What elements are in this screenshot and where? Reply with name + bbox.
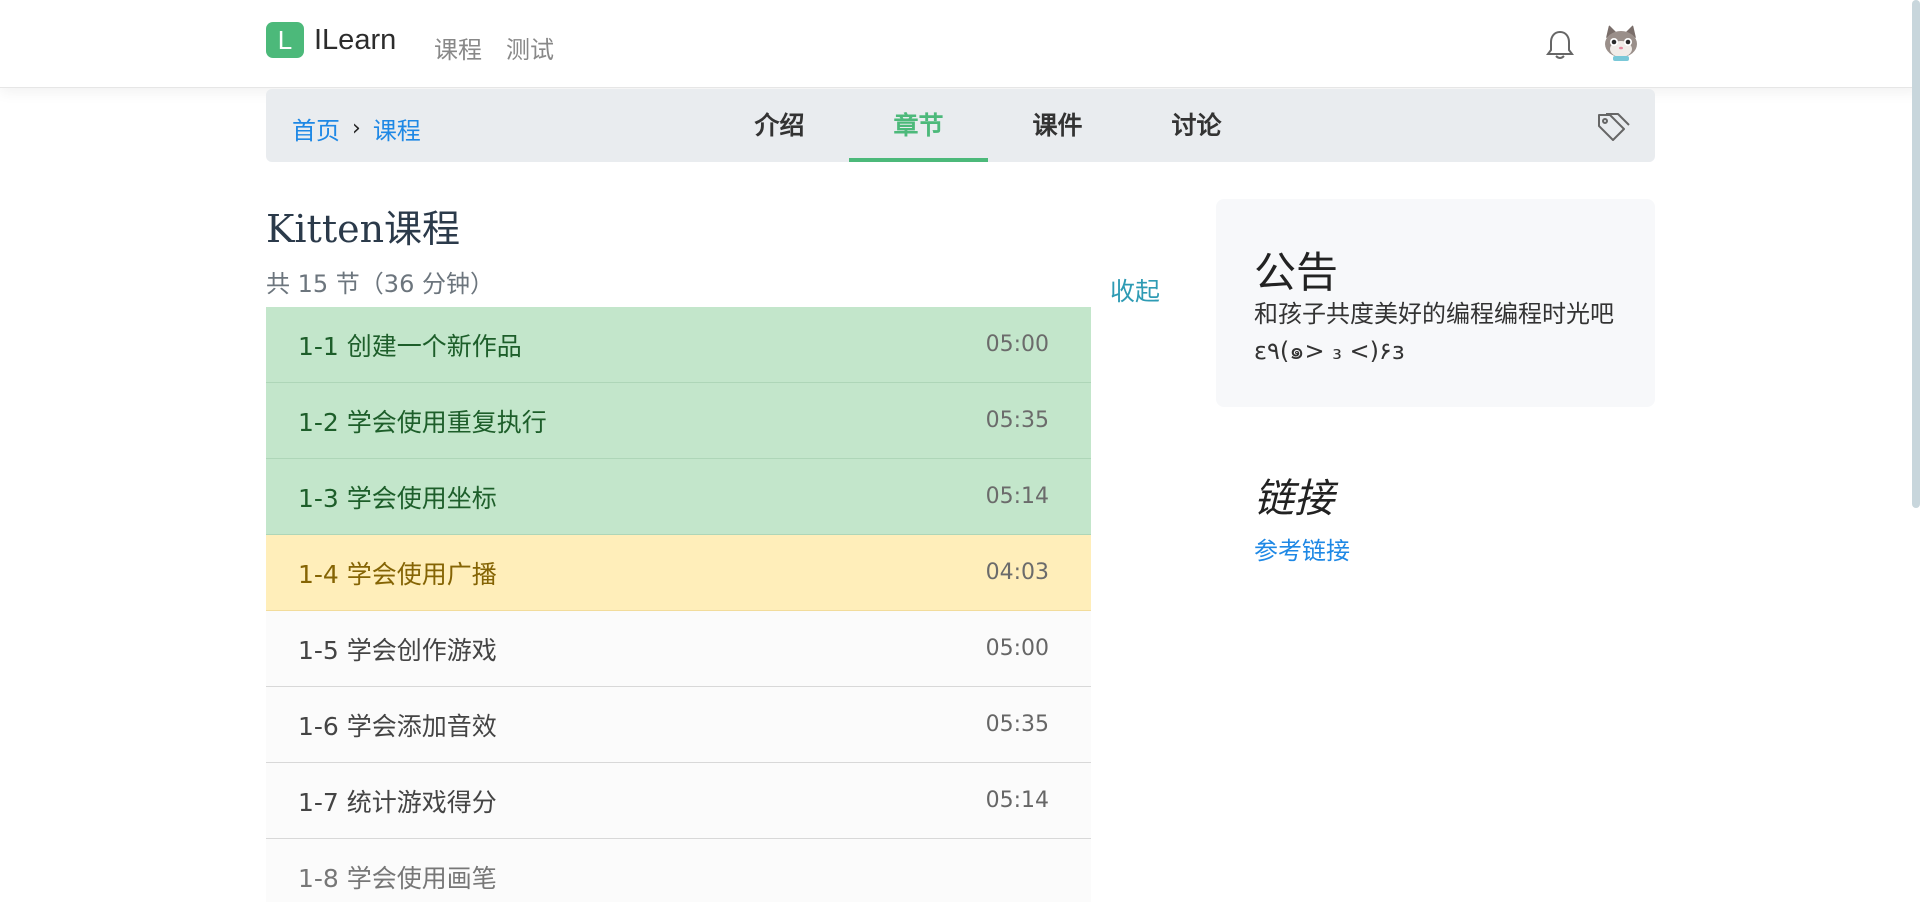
chapter-title: 1-7 统计游戏得分 bbox=[298, 787, 497, 817]
tab-intro[interactable]: 介绍 bbox=[710, 89, 849, 162]
chapter-item[interactable]: 1-1 创建一个新作品 05:00 bbox=[266, 307, 1091, 383]
notice-body: 和孩子共度美好的编程编程时光吧ε٩(๑> ₃ <)۶з bbox=[1254, 300, 1614, 365]
notice-title: 公告 bbox=[1254, 248, 1339, 297]
chapter-item[interactable]: 1-4 学会使用广播 04:03 bbox=[266, 535, 1091, 611]
nav-link-tests[interactable]: 测试 bbox=[506, 30, 554, 65]
chapter-duration: 05:14 bbox=[985, 484, 1049, 509]
chapter-duration: 05:00 bbox=[985, 332, 1049, 357]
chapter-title: 1-6 学会添加音效 bbox=[298, 711, 497, 741]
chapter-item[interactable]: 1-6 学会添加音效 05:35 bbox=[266, 687, 1091, 763]
breadcrumb: 首页 › 课程 bbox=[292, 111, 421, 146]
tab-discussion[interactable]: 讨论 bbox=[1127, 89, 1266, 162]
course-title: Kitten课程 bbox=[266, 207, 461, 251]
chapter-title: 1-5 学会创作游戏 bbox=[298, 635, 497, 665]
breadcrumb-separator: › bbox=[352, 116, 361, 141]
cat-avatar[interactable] bbox=[1600, 22, 1642, 64]
chapter-title: 1-2 学会使用重复执行 bbox=[298, 407, 547, 437]
breadcrumb-courses[interactable]: 课程 bbox=[373, 111, 421, 146]
chapter-title: 1-4 学会使用广播 bbox=[298, 559, 497, 589]
chapter-item[interactable]: 1-3 学会使用坐标 05:14 bbox=[266, 459, 1091, 535]
nav-link-courses[interactable]: 课程 bbox=[434, 30, 482, 65]
bell-icon[interactable] bbox=[1546, 29, 1574, 61]
tag-icon[interactable] bbox=[1596, 111, 1630, 143]
nav-links: 课程 测试 bbox=[434, 30, 554, 65]
chapter-duration: 04:03 bbox=[985, 560, 1049, 585]
tab-courseware[interactable]: 课件 bbox=[988, 89, 1127, 162]
tab-chapters[interactable]: 章节 bbox=[849, 89, 988, 162]
chapter-title: 1-1 创建一个新作品 bbox=[298, 331, 522, 361]
chapter-item[interactable]: 1-7 统计游戏得分 05:14 bbox=[266, 763, 1091, 839]
breadcrumb-home[interactable]: 首页 bbox=[292, 111, 340, 146]
chapter-duration: 05:35 bbox=[985, 712, 1049, 737]
course-tabs: 介绍 章节 课件 讨论 bbox=[710, 89, 1266, 162]
notice-card: 公告 和孩子共度美好的编程编程时光吧ε٩(๑> ₃ <)۶з bbox=[1216, 199, 1655, 407]
brand[interactable]: L ILearn bbox=[266, 22, 396, 58]
links-title: 链接 bbox=[1254, 476, 1334, 522]
brand-logo-icon: L bbox=[266, 22, 304, 58]
chapter-item[interactable]: 1-2 学会使用重复执行 05:35 bbox=[266, 383, 1091, 459]
course-tabbar: 首页 › 课程 介绍 章节 课件 讨论 bbox=[266, 89, 1655, 162]
chapter-item[interactable]: 1-8 学会使用画笔 bbox=[266, 839, 1091, 902]
page-scrollbar[interactable] bbox=[1912, 0, 1920, 508]
chapter-duration: 05:35 bbox=[985, 408, 1049, 433]
chapter-title: 1-8 学会使用画笔 bbox=[298, 863, 497, 893]
course-meta: 共 15 节（36 分钟） bbox=[266, 270, 494, 298]
chapter-duration: 05:14 bbox=[985, 788, 1049, 813]
chapter-title: 1-3 学会使用坐标 bbox=[298, 483, 497, 513]
chapter-item[interactable]: 1-5 学会创作游戏 05:00 bbox=[266, 611, 1091, 687]
collapse-button[interactable]: 收起 bbox=[1110, 272, 1160, 308]
top-navbar: L ILearn 课程 测试 bbox=[0, 0, 1920, 88]
chapter-list: 1-1 创建一个新作品 05:00 1-2 学会使用重复执行 05:35 1-3… bbox=[266, 307, 1091, 902]
chapter-duration: 05:00 bbox=[985, 636, 1049, 661]
reference-link[interactable]: 参考链接 bbox=[1254, 531, 1350, 566]
brand-name: ILearn bbox=[314, 23, 397, 56]
